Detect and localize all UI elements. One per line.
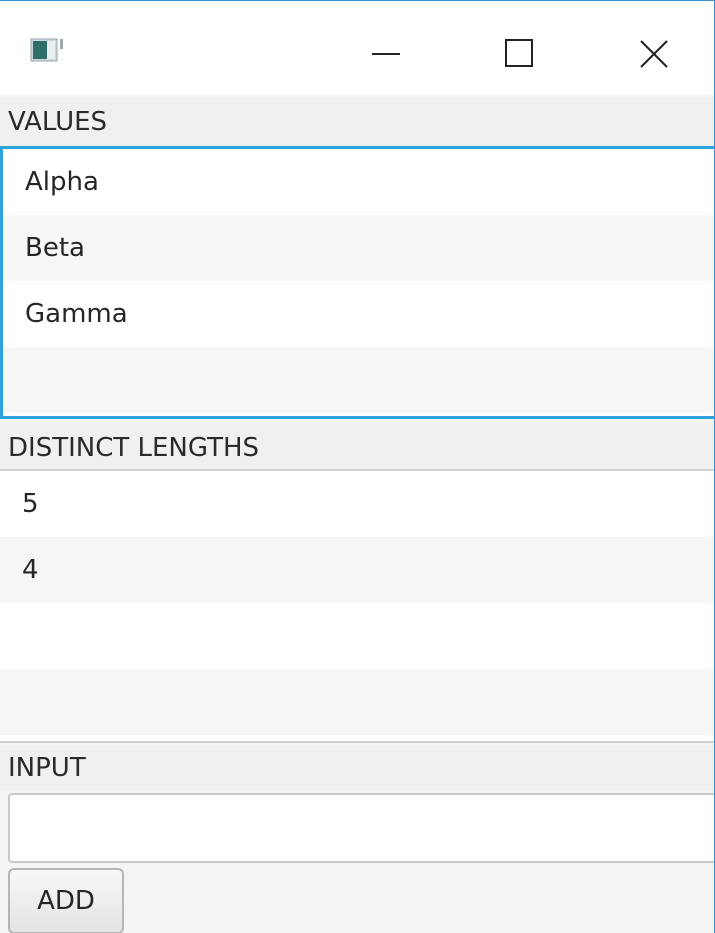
java-app-icon: [30, 37, 66, 63]
maximize-icon[interactable]: [487, 27, 551, 81]
empty-list-row: [0, 603, 714, 669]
values-list[interactable]: Alpha Beta Gamma: [0, 146, 714, 419]
minimize-icon[interactable]: [360, 27, 424, 81]
list-item[interactable]: 5: [0, 471, 714, 537]
title-bar: [0, 1, 714, 95]
distinct-lengths-label: DISTINCT LENGTHS: [0, 423, 714, 471]
input-label: INPUT: [0, 745, 714, 791]
list-item[interactable]: Alpha: [3, 149, 714, 215]
values-label: VALUES: [0, 97, 714, 147]
distinct-lengths-list[interactable]: 5 4: [0, 469, 714, 743]
input-field[interactable]: [8, 793, 714, 863]
app-window: VALUES Alpha Beta Gamma DISTINCT LENGTHS…: [0, 0, 715, 933]
empty-list-row: [3, 347, 714, 413]
close-icon[interactable]: [622, 27, 686, 81]
list-item[interactable]: Beta: [3, 215, 714, 281]
empty-list-row: [0, 669, 714, 735]
list-item[interactable]: Gamma: [3, 281, 714, 347]
list-item[interactable]: 4: [0, 537, 714, 603]
add-button[interactable]: ADD: [8, 868, 124, 933]
